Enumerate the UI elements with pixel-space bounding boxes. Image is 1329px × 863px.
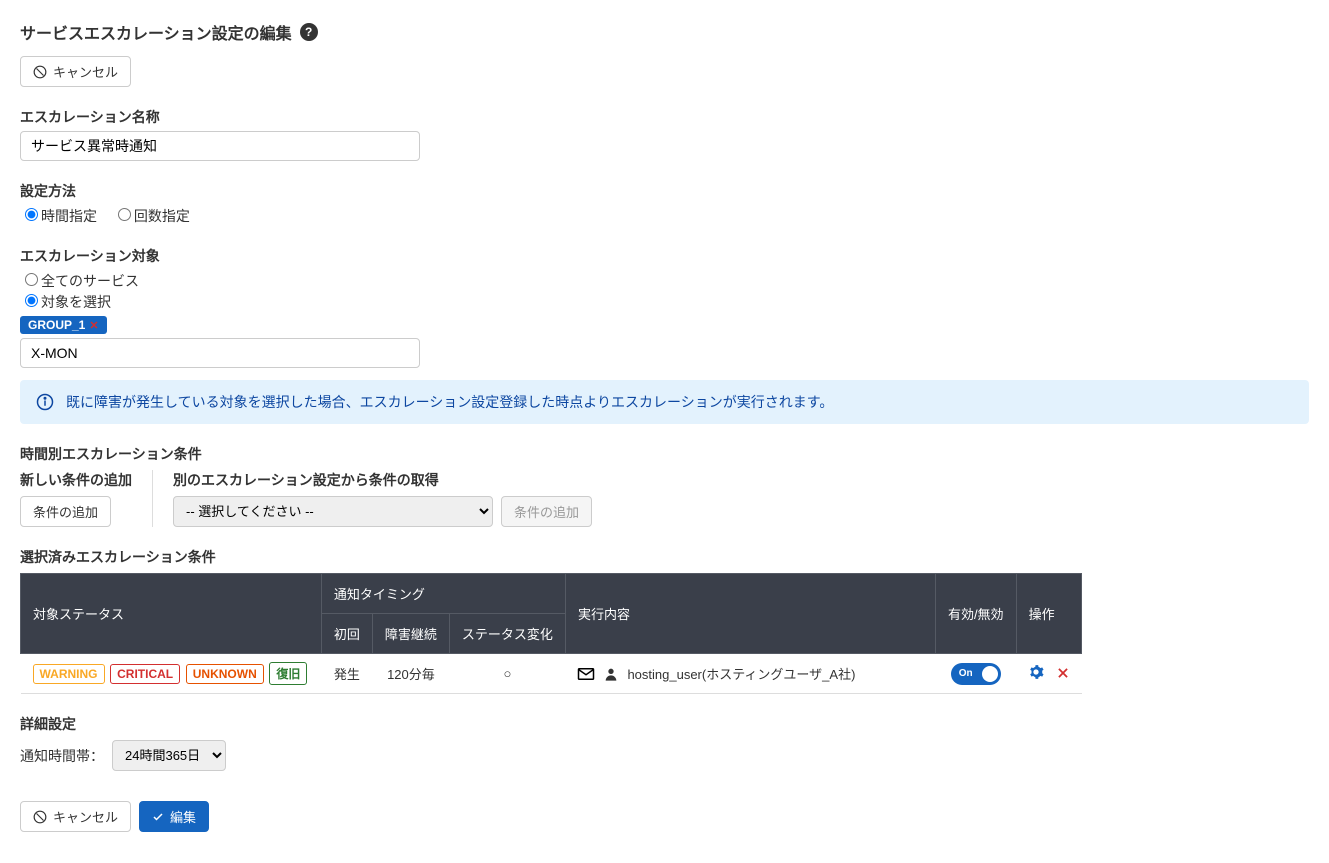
delete-icon[interactable] — [1056, 668, 1070, 683]
page-title: サービスエスカレーション設定の編集 ? — [20, 20, 1309, 44]
th-exec: 実行内容 — [565, 574, 935, 654]
badge-recovery: 復旧 — [269, 662, 307, 685]
gear-icon[interactable] — [1028, 668, 1048, 683]
target-label: エスカレーション対象 — [20, 246, 1309, 266]
import-condition-select[interactable]: -- 選択してください -- — [173, 496, 493, 527]
method-count-option[interactable]: 回数指定 — [113, 208, 190, 224]
info-text: 既に障害が発生している対象を選択した場合、エスカレーション設定登録した時点よりエ… — [66, 392, 833, 412]
th-timing: 通知タイミング — [321, 574, 565, 614]
target-tag-label: GROUP_1 — [28, 318, 85, 332]
condition-title: 時間別エスカレーション条件 — [20, 444, 1309, 464]
help-icon[interactable]: ? — [300, 23, 318, 41]
cell-change: ○ — [449, 654, 565, 694]
info-alert: 既に障害が発生している対象を選択した場合、エスカレーション設定登録した時点よりエ… — [20, 380, 1309, 424]
escalation-name-input[interactable] — [20, 131, 420, 161]
cancel-icon — [33, 810, 47, 824]
cell-user: hosting_user(ホスティングユーザ_A社) — [627, 664, 855, 683]
import-condition-label: 別のエスカレーション設定から条件の取得 — [173, 470, 592, 490]
target-all-text: 全てのサービス — [41, 273, 139, 289]
toggle-knob — [982, 666, 998, 682]
notify-select[interactable]: 24時間365日 — [112, 740, 226, 771]
method-count-radio[interactable] — [118, 208, 131, 221]
th-change: ステータス変化 — [449, 614, 565, 654]
cancel-button-bottom-label: キャンセル — [53, 807, 118, 826]
add-condition-button[interactable]: 条件の追加 — [20, 496, 111, 527]
detail-title: 詳細設定 — [20, 714, 1309, 734]
add-condition-label: 新しい条件の追加 — [20, 470, 132, 490]
escalation-name-label: エスカレーション名称 — [20, 107, 1309, 127]
th-first: 初回 — [321, 614, 372, 654]
target-tag: GROUP_1 ✕ — [20, 316, 107, 334]
divider — [152, 470, 153, 527]
target-select-text: 対象を選択 — [41, 294, 111, 310]
cell-first: 発生 — [321, 654, 372, 694]
target-select-option[interactable]: 対象を選択 — [20, 294, 111, 310]
cell-exec: hosting_user(ホスティングユーザ_A社) — [565, 654, 935, 694]
cancel-button-top[interactable]: キャンセル — [20, 56, 131, 87]
th-status: 対象ステータス — [21, 574, 322, 654]
method-time-option[interactable]: 時間指定 — [20, 208, 97, 224]
method-time-radio[interactable] — [25, 208, 38, 221]
cell-enable: On — [935, 654, 1016, 694]
th-enable: 有効/無効 — [935, 574, 1016, 654]
enable-toggle[interactable]: On — [951, 663, 1001, 685]
badge-critical: CRITICAL — [110, 664, 180, 684]
user-icon — [603, 666, 619, 682]
cancel-button-bottom[interactable]: キャンセル — [20, 801, 131, 832]
page-title-text: サービスエスカレーション設定の編集 — [20, 20, 292, 44]
method-label: 設定方法 — [20, 181, 1309, 201]
th-ops: 操作 — [1016, 574, 1082, 654]
import-condition-button[interactable]: 条件の追加 — [501, 496, 592, 527]
method-count-text: 回数指定 — [134, 208, 190, 224]
check-icon — [152, 811, 164, 823]
cancel-button-top-label: キャンセル — [53, 62, 118, 81]
cell-cont: 120分毎 — [372, 654, 449, 694]
submit-button-label: 編集 — [170, 807, 196, 826]
submit-button[interactable]: 編集 — [139, 801, 209, 832]
badge-unknown: UNKNOWN — [186, 664, 264, 684]
selected-title: 選択済みエスカレーション条件 — [20, 547, 1309, 567]
tag-remove-icon[interactable]: ✕ — [89, 319, 98, 332]
cell-status: WARNING CRITICAL UNKNOWN 復旧 — [21, 654, 322, 694]
mail-icon — [577, 665, 595, 683]
cell-ops — [1016, 654, 1082, 694]
condition-table: 対象ステータス 通知タイミング 実行内容 有効/無効 操作 初回 障害継続 ステ… — [20, 573, 1082, 694]
cancel-icon — [33, 65, 47, 79]
notify-label: 通知時間帯： — [20, 746, 104, 766]
target-search-input[interactable] — [20, 338, 420, 368]
method-time-text: 時間指定 — [41, 208, 97, 224]
table-row: WARNING CRITICAL UNKNOWN 復旧 発生 120分毎 ○ h… — [21, 654, 1082, 694]
info-icon — [36, 393, 54, 411]
badge-warning: WARNING — [33, 664, 105, 684]
th-cont: 障害継続 — [372, 614, 449, 654]
target-all-option[interactable]: 全てのサービス — [20, 273, 139, 289]
target-select-radio[interactable] — [25, 294, 38, 307]
target-all-radio[interactable] — [25, 273, 38, 286]
